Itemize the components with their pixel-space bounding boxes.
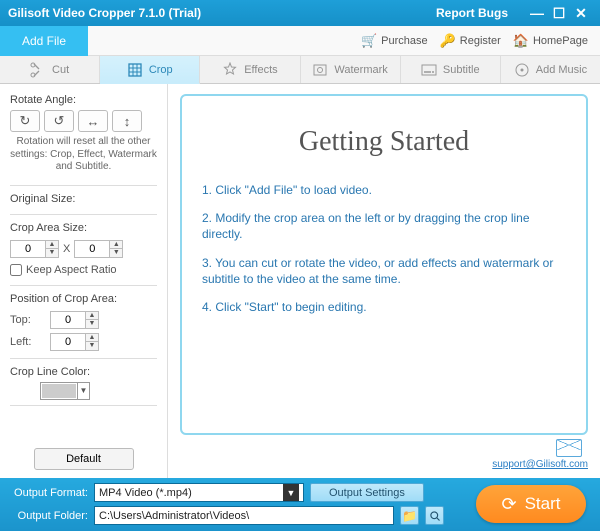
home-icon: 🏠 — [513, 33, 529, 49]
crop-height-stepper[interactable]: ▲▼ — [74, 240, 123, 258]
output-format-value: MP4 Video (*.mp4) — [99, 487, 192, 499]
keep-aspect-checkbox[interactable]: Keep Aspect Ratio — [10, 264, 157, 276]
step-3: 3. You can cut or rotate the video, or a… — [202, 255, 566, 287]
rotate-cw-button[interactable]: ↻ — [10, 110, 40, 132]
cart-icon: 🛒 — [361, 33, 377, 49]
output-folder-path[interactable]: C:\Users\Administrator\Videos\ — [94, 506, 394, 525]
crop-icon — [127, 62, 143, 78]
titlebar: Gilisoft Video Cropper 7.1.0 (Trial) Rep… — [0, 0, 600, 26]
color-swatch — [42, 384, 76, 398]
content: Getting Started 1. Click "Add File" to l… — [168, 84, 600, 478]
crop-top-stepper[interactable]: ▲▼ — [50, 311, 99, 329]
tab-crop[interactable]: Crop — [100, 56, 200, 84]
envelope-icon — [556, 439, 582, 457]
tab-subtitle[interactable]: Subtitle — [401, 56, 501, 83]
step-2: 2. Modify the crop area on the left or b… — [202, 210, 566, 242]
tab-watermark[interactable]: Watermark — [301, 56, 401, 83]
subtitle-icon — [421, 62, 437, 78]
down-arrow-icon[interactable]: ▼ — [46, 249, 58, 257]
start-label: Start — [525, 494, 561, 514]
up-arrow-icon[interactable]: ▲ — [110, 241, 122, 249]
flip-vertical-button[interactable]: ↕ — [112, 110, 142, 132]
add-file-label: Add File — [22, 34, 66, 48]
getting-started-panel: Getting Started 1. Click "Add File" to l… — [180, 94, 588, 435]
size-x-label: X — [63, 243, 70, 255]
homepage-link[interactable]: 🏠 HomePage — [513, 33, 588, 49]
up-arrow-icon[interactable]: ▲ — [86, 312, 98, 320]
keep-aspect-input[interactable] — [10, 264, 22, 276]
chevron-down-icon[interactable]: ▼ — [283, 484, 299, 501]
getting-started-heading: Getting Started — [202, 126, 566, 158]
music-icon — [514, 62, 530, 78]
add-file-button[interactable]: Add File — [0, 26, 88, 56]
tab-cut[interactable]: Cut — [0, 56, 100, 83]
crop-line-color-picker[interactable]: ▼ — [40, 382, 90, 400]
sidebar: Rotate Angle: ↻ ↺ ↔ ↕ Rotation will rese… — [0, 84, 168, 478]
topbar: Add File 🛒 Purchase 🔑 Register 🏠 HomePag… — [0, 26, 600, 56]
crop-width-input[interactable] — [10, 240, 46, 258]
down-arrow-icon[interactable]: ▼ — [86, 342, 98, 350]
down-arrow-icon[interactable]: ▼ — [86, 320, 98, 328]
step-4: 4. Click "Start" to begin editing. — [202, 299, 566, 315]
effects-icon — [222, 62, 238, 78]
rotate-angle-label: Rotate Angle: — [10, 94, 157, 106]
up-arrow-icon[interactable]: ▲ — [86, 334, 98, 342]
flip-horizontal-button[interactable]: ↔ — [78, 110, 108, 132]
support-block: support@Gilisoft.com — [180, 439, 588, 470]
chevron-down-icon: ▼ — [77, 383, 89, 399]
tab-effects[interactable]: Effects — [200, 56, 300, 83]
output-format-select[interactable]: MP4 Video (*.mp4) ▼ — [94, 483, 304, 502]
crop-line-color-label: Crop Line Color: — [10, 366, 157, 378]
up-arrow-icon[interactable]: ▲ — [46, 241, 58, 249]
app-title: Gilisoft Video Cropper 7.1.0 (Trial) — [8, 6, 201, 20]
open-folder-button[interactable] — [425, 506, 444, 525]
support-email-link[interactable]: support@Gilisoft.com — [492, 459, 588, 470]
key-icon: 🔑 — [440, 33, 456, 49]
rotate-ccw-button[interactable]: ↺ — [44, 110, 74, 132]
original-size-label: Original Size: — [10, 193, 157, 205]
output-folder-label: Output Folder: — [10, 510, 88, 522]
browse-folder-button[interactable]: 📁 — [400, 506, 419, 525]
purchase-link[interactable]: 🛒 Purchase — [361, 33, 428, 49]
close-button[interactable]: ✕ — [570, 5, 592, 22]
down-arrow-icon[interactable]: ▼ — [110, 249, 122, 257]
crop-left-input[interactable] — [50, 333, 86, 351]
minimize-button[interactable]: — — [526, 5, 548, 21]
top-label: Top: — [10, 314, 46, 326]
crop-left-stepper[interactable]: ▲▼ — [50, 333, 99, 351]
watermark-icon — [312, 62, 328, 78]
scissors-icon — [30, 62, 46, 78]
crop-height-input[interactable] — [74, 240, 110, 258]
footer: Output Format: MP4 Video (*.mp4) ▼ Outpu… — [0, 478, 600, 531]
maximize-button[interactable]: ☐ — [548, 5, 570, 22]
register-link[interactable]: 🔑 Register — [440, 33, 501, 49]
rotate-note: Rotation will reset all the other settin… — [10, 136, 157, 174]
tab-addmusic[interactable]: Add Music — [501, 56, 600, 83]
crop-top-input[interactable] — [50, 311, 86, 329]
output-settings-button[interactable]: Output Settings — [310, 483, 424, 502]
tabs: Cut Crop Effects Watermark Subtitle Add … — [0, 56, 600, 84]
crop-area-size-label: Crop Area Size: — [10, 222, 157, 234]
left-label: Left: — [10, 336, 46, 348]
report-bugs-link[interactable]: Report Bugs — [436, 6, 508, 20]
step-1: 1. Click "Add File" to load video. — [202, 182, 566, 198]
refresh-icon: ⟳ — [502, 494, 517, 515]
crop-width-stepper[interactable]: ▲▼ — [10, 240, 59, 258]
output-format-label: Output Format: — [10, 487, 88, 499]
main: Rotate Angle: ↻ ↺ ↔ ↕ Rotation will rese… — [0, 84, 600, 478]
default-button[interactable]: Default — [34, 448, 134, 470]
start-button[interactable]: ⟳ Start — [476, 485, 586, 523]
crop-position-label: Position of Crop Area: — [10, 293, 157, 305]
